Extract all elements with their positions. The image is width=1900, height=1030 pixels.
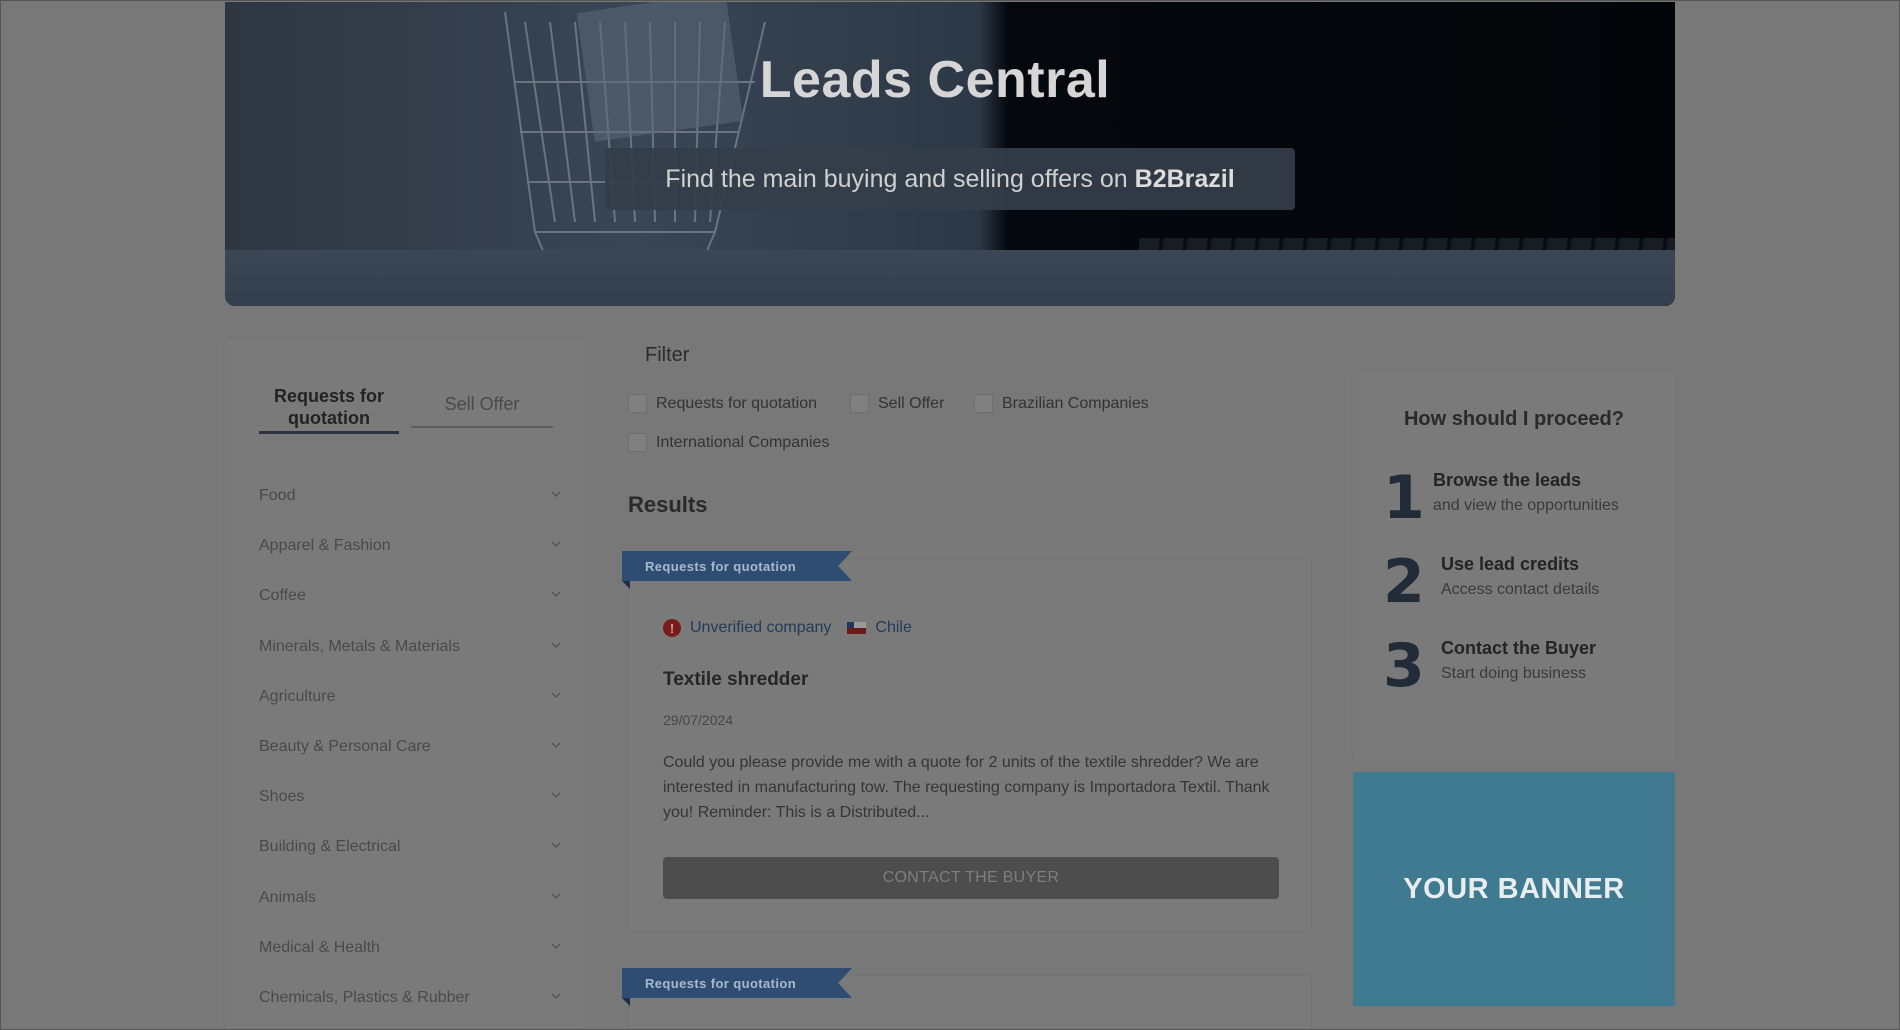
step-number: 1 bbox=[1383, 463, 1425, 533]
checkbox-label: Requests for quotation bbox=[656, 394, 817, 412]
checkbox[interactable] bbox=[850, 394, 869, 413]
step-heading: Use lead credits bbox=[1441, 554, 1580, 574]
chevron-down-icon bbox=[551, 642, 561, 652]
chevron-down-icon bbox=[551, 692, 561, 702]
step-1: 1 Browse the leads and view the opportun… bbox=[1383, 468, 1619, 528]
category-item[interactable]: Beauty & Personal Care bbox=[259, 722, 564, 772]
category-label: Shoes bbox=[259, 788, 305, 806]
filter-brazilian-companies[interactable]: Brazilian Companies bbox=[974, 394, 1149, 413]
sidebar-tabs: Requests for quotation Sell Offer bbox=[259, 382, 559, 434]
contact-buyer-button[interactable]: CONTACT THE BUYER bbox=[663, 857, 1279, 899]
category-label: Animals bbox=[259, 888, 316, 906]
step-3: 3 Contact the Buyer Start doing business bbox=[1383, 636, 1596, 696]
proceed-heading: How should I proceed? bbox=[1403, 408, 1624, 430]
lead-meta: ! Unverified company Chile bbox=[663, 619, 912, 637]
chevron-down-icon bbox=[551, 491, 561, 501]
category-item[interactable]: Minerals, Metals & Materials bbox=[259, 622, 564, 672]
category-item[interactable]: Building & Electrical bbox=[259, 822, 564, 872]
checkbox-label: Brazilian Companies bbox=[1002, 394, 1149, 412]
category-label: Agriculture bbox=[259, 687, 336, 705]
category-item[interactable]: Coffee bbox=[259, 571, 564, 621]
hero-subtitle-text: Find the main buying and selling offers … bbox=[665, 164, 1128, 193]
step-heading: Contact the Buyer bbox=[1441, 638, 1597, 658]
chevron-down-icon bbox=[551, 842, 561, 852]
step-subtext: and view the opportunities bbox=[1433, 497, 1619, 514]
results-heading: Results bbox=[628, 492, 708, 517]
category-item[interactable]: Agriculture bbox=[259, 672, 564, 722]
how-to-proceed-panel: How should I proceed? 1 Browse the leads… bbox=[1353, 372, 1675, 762]
tab-requests-for-quotation[interactable]: Requests for quotation bbox=[259, 382, 399, 434]
filter-international-companies[interactable]: International Companies bbox=[628, 433, 829, 452]
lead-card: Requests for quotation ! Unverified comp… bbox=[622, 551, 1312, 932]
category-sidebar: Requests for quotation Sell Offer Food A… bbox=[225, 338, 585, 1030]
chevron-down-icon bbox=[551, 742, 561, 752]
ribbon-fold bbox=[622, 998, 630, 1006]
category-item[interactable]: Shoes bbox=[259, 772, 564, 822]
category-list: Food Apparel & Fashion Coffee Minerals, … bbox=[259, 471, 564, 1023]
step-number: 3 bbox=[1383, 631, 1425, 701]
page-overlay: Leads Central Find the main buying and s… bbox=[0, 0, 1900, 1030]
desk-surface bbox=[225, 250, 1675, 306]
ad-banner[interactable]: YOUR BANNER bbox=[1353, 772, 1675, 1006]
lead-title[interactable]: Textile shredder bbox=[663, 669, 808, 691]
category-label: Coffee bbox=[259, 587, 306, 605]
category-label: Chemicals, Plastics & Rubber bbox=[259, 988, 470, 1006]
chevron-down-icon bbox=[551, 541, 561, 551]
category-label: Building & Electrical bbox=[259, 838, 401, 856]
step-subtext: Access contact details bbox=[1441, 581, 1600, 598]
page-title: Leads Central bbox=[759, 51, 1111, 109]
step-2: 2 Use lead credits Access contact detail… bbox=[1383, 552, 1599, 612]
category-item[interactable]: Apparel & Fashion bbox=[259, 521, 564, 571]
category-item[interactable]: Medical & Health bbox=[259, 923, 564, 973]
lead-description: Could you please provide me with a quote… bbox=[663, 754, 1270, 821]
lead-country[interactable]: Chile bbox=[875, 619, 911, 637]
hero-banner: Leads Central Find the main buying and s… bbox=[225, 2, 1675, 306]
category-label: Minerals, Metals & Materials bbox=[259, 637, 460, 655]
chevron-down-icon bbox=[551, 792, 561, 802]
checkbox[interactable] bbox=[974, 394, 993, 413]
filter-sell-offer[interactable]: Sell Offer bbox=[850, 394, 944, 413]
step-heading: Browse the leads bbox=[1433, 470, 1582, 490]
lead-date: 29/07/2024 bbox=[663, 712, 734, 728]
chevron-down-icon bbox=[551, 993, 561, 1003]
ribbon-fold bbox=[622, 581, 630, 589]
lead-type-ribbon: Requests for quotation bbox=[622, 968, 852, 998]
checkbox-label: International Companies bbox=[656, 433, 830, 451]
checkbox[interactable] bbox=[628, 433, 647, 452]
filter-requests-for-quotation[interactable]: Requests for quotation bbox=[628, 394, 817, 413]
filter-heading: Filter bbox=[645, 344, 690, 366]
lead-type-ribbon: Requests for quotation bbox=[622, 551, 852, 581]
hero-subtitle: Find the main buying and selling offers … bbox=[605, 148, 1295, 210]
lead-card: Requests for quotation bbox=[622, 968, 1312, 1030]
tab-sell-offer[interactable]: Sell Offer bbox=[411, 382, 553, 428]
checkbox[interactable] bbox=[628, 394, 647, 413]
category-label: Food bbox=[259, 487, 296, 505]
category-label: Beauty & Personal Care bbox=[259, 738, 431, 756]
checkbox-label: Sell Offer bbox=[878, 394, 945, 412]
chile-flag-icon bbox=[847, 622, 867, 634]
step-subtext: Start doing business bbox=[1441, 665, 1586, 682]
category-item[interactable]: Food bbox=[259, 471, 564, 521]
category-label: Apparel & Fashion bbox=[259, 537, 391, 555]
chevron-down-icon bbox=[551, 943, 561, 953]
category-item[interactable]: Chemicals, Plastics & Rubber bbox=[259, 973, 564, 1023]
warning-icon: ! bbox=[663, 619, 681, 637]
category-item[interactable]: Animals bbox=[259, 873, 564, 923]
chevron-down-icon bbox=[551, 591, 561, 601]
verification-status[interactable]: Unverified company bbox=[690, 619, 831, 637]
chevron-down-icon bbox=[551, 893, 561, 903]
hero-subtitle-brand: B2Brazil bbox=[1134, 164, 1235, 193]
category-label: Medical & Health bbox=[259, 938, 380, 956]
step-number: 2 bbox=[1383, 547, 1425, 617]
